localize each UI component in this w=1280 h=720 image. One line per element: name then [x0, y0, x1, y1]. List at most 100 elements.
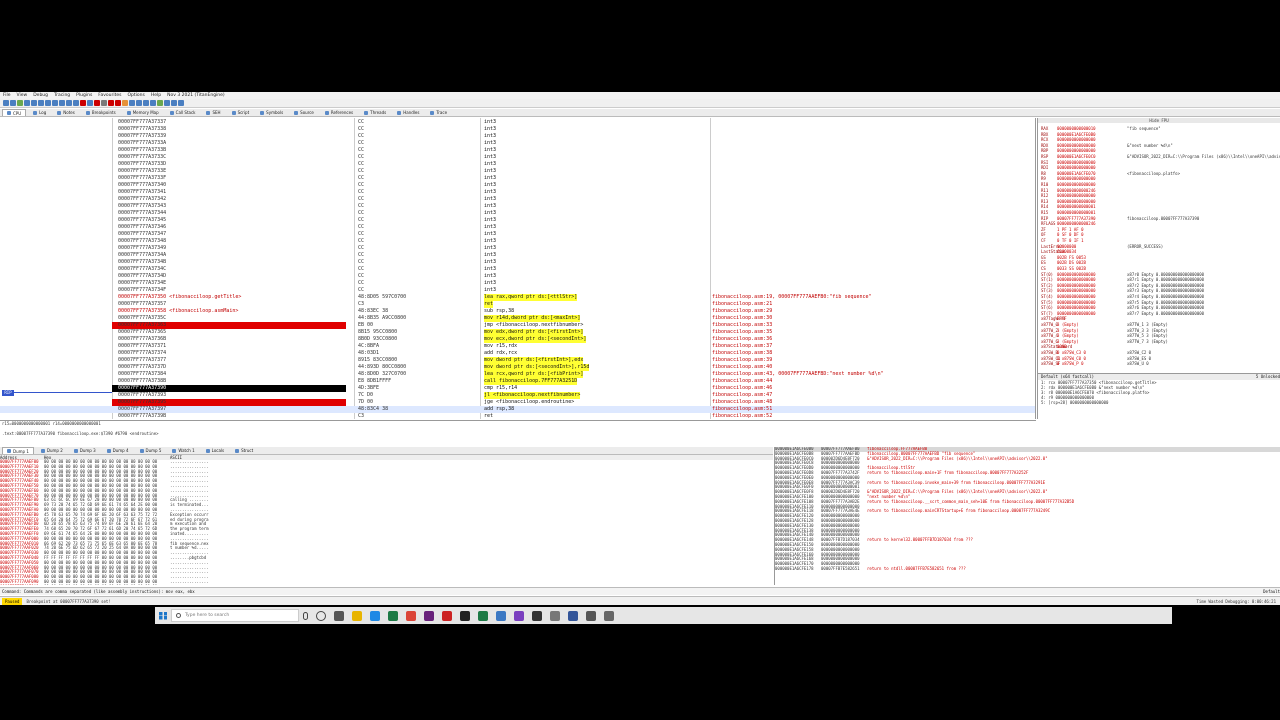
edge-icon[interactable] — [370, 610, 380, 621]
register-row[interactable]: ST(1) 0000000000000000 x87r1 Empty 0.00000… — [1041, 277, 1204, 282]
register-row[interactable]: CS 0033 SS 002B — [1041, 266, 1127, 271]
register-row[interactable]: x87TW_63 (Empty) x87TW_7 3 (Empty) — [1041, 339, 1168, 344]
excel-2-icon[interactable] — [478, 610, 488, 621]
toolbar-button-icon[interactable] — [3, 100, 9, 106]
disasm-row[interactable]: 00007FF777A37337 CC int3 — [0, 119, 1035, 126]
disasm-row[interactable]: 00007FF777A37349 CC int3 — [0, 245, 1035, 252]
disasm-row[interactable]: 00007FF777A3738B E8 8DB1FFFF call fibonacc… — [0, 378, 1035, 385]
register-row[interactable]: R13 0000000000000000 — [1041, 199, 1127, 204]
terminal-icon[interactable] — [460, 610, 470, 621]
register-row[interactable]: RCX 0000000000000000 — [1041, 137, 1127, 142]
tab-log[interactable]: Log — [29, 109, 50, 116]
register-row[interactable]: RBX 000000E1A6CFE0B0 — [1041, 132, 1127, 137]
register-row[interactable]: x87SW_B0 x87SW_C3 0 x87SW_C2 0 — [1041, 350, 1151, 355]
disasm-row[interactable]: 00007FF777A3739B C3 ret fibonacciloop.asm:5… — [0, 413, 1035, 419]
tab-threads[interactable]: Threads — [360, 109, 390, 116]
register-row[interactable]: RIP 00007FF777A37390 fibonacciloop.00007FF… — [1041, 216, 1199, 221]
disasm-row[interactable]: 00007FF777A3734A CC int3 — [0, 252, 1035, 259]
register-row[interactable]: ST(7) 0000000000000000 x87r7 Empty 0.00000… — [1041, 311, 1204, 316]
visual-studio-icon[interactable] — [424, 610, 434, 621]
disasm-row[interactable]: 00007FF777A37363 EB 00 jmp <fibonacciloop.… — [0, 322, 1035, 329]
taskbar-search-box[interactable]: Type here to search — [171, 609, 299, 622]
tab-handles[interactable]: Handles — [393, 109, 423, 116]
menu-item[interactable]: File — [3, 93, 11, 98]
disasm-row[interactable]: 00007FF777A37377 8915 83CC0800 mov dword p… — [0, 357, 1035, 364]
disasm-row[interactable]: 00007FF777A3733B CC int3 — [0, 147, 1035, 154]
disasm-row[interactable]: 00007FF777A37357 C3 ret fibonacciloop.asm:2… — [0, 301, 1035, 308]
register-row[interactable]: R8 000000E1A6CFE070 <fibonacciloop.platfo> — [1041, 171, 1180, 176]
tab-source[interactable]: Source — [290, 109, 318, 116]
tab-dump-1[interactable]: Dump 1 — [2, 447, 34, 454]
debugger-icon[interactable] — [568, 610, 578, 621]
disasm-row[interactable]: 00007FF777A3736B 8B0D 93CC0800 mov ecx,dwo… — [0, 336, 1035, 343]
command-input[interactable]: Commands are comma separated (like assem… — [24, 589, 195, 594]
register-row[interactable]: x87TagWordFFFF — [1041, 316, 1127, 321]
register-row[interactable]: x87StatusWord0000 — [1041, 344, 1127, 349]
menu-item[interactable]: Tracing — [54, 93, 70, 98]
registers-pane[interactable]: Hide FPU RAX 0000000000000010 "fib sequenc… — [1037, 118, 1280, 373]
menu-item[interactable]: Favourites — [98, 93, 121, 98]
tab-trace[interactable]: Trace — [426, 109, 451, 116]
tab-call-stack[interactable]: Call Stack — [166, 109, 200, 116]
disasm-row[interactable]: 00007FF777A37365 8B15 95CC0800 mov edx,dwo… — [0, 329, 1035, 336]
stack-row[interactable]: 000000E1A6CFE178 00007FFB7E582651 return t… — [775, 566, 1280, 572]
toolbar-button-icon[interactable] — [10, 100, 16, 106]
register-row[interactable]: R14 0000000000000001 — [1041, 204, 1127, 209]
disasm-row[interactable]: 00007FF777A37397 48:83C4 38 add rsp,38 fibo… — [0, 406, 1035, 413]
disasm-row[interactable]: 00007FF777A37371 4C:8BFA mov r15,rdx fibona… — [0, 343, 1035, 350]
toolbar-button-icon[interactable] — [164, 100, 170, 106]
register-row[interactable]: ST(4) 0000000000000000 x87r4 Empty 0.00000… — [1041, 294, 1204, 299]
tab-breakpoints[interactable]: Breakpoints — [82, 109, 120, 116]
toolbar-button-icon[interactable] — [122, 100, 128, 106]
register-row[interactable]: ZF 1 PF 1 AF 0 — [1041, 227, 1127, 232]
register-row[interactable]: LastError00000000 (ERROR_SUCCESS) — [1041, 244, 1163, 249]
disasm-row[interactable]: 00007FF777A37390 4D:3BFE cmp r15,r14 fibona… — [0, 385, 1035, 392]
tab-locals[interactable]: Locals — [202, 447, 228, 454]
hide-fpu-button[interactable]: Hide FPU — [1038, 118, 1280, 123]
disasm-row[interactable]: 00007FF777A3734E CC int3 — [0, 280, 1035, 287]
tab-memory-map[interactable]: Memory Map — [123, 109, 163, 116]
app-icon[interactable] — [442, 610, 452, 621]
register-row[interactable]: GS 002B FS 0053 — [1041, 255, 1127, 260]
toolbar-button-icon[interactable] — [66, 100, 72, 106]
register-row[interactable]: LastStatusC0000034 — [1041, 249, 1127, 254]
register-row[interactable]: x87SW_SF0 x87SW_P 0 x87SW_U 0 — [1041, 361, 1149, 366]
register-row[interactable]: RAX 0000000000000010 "fib sequence" — [1041, 126, 1161, 131]
microphone-icon[interactable] — [303, 611, 308, 620]
register-row[interactable]: RDI 0000000000000000 — [1041, 165, 1127, 170]
disasm-row[interactable]: 00007FF777A37347 CC int3 — [0, 231, 1035, 238]
tab-watch-1[interactable]: Watch 1 — [168, 447, 198, 454]
disasm-row[interactable]: 00007FF777A37341 CC int3 — [0, 189, 1035, 196]
register-row[interactable]: R12 0000000000000000 — [1041, 193, 1127, 198]
tab-symbols[interactable]: Symbols — [256, 109, 287, 116]
toolbar-button-icon[interactable] — [129, 100, 135, 106]
disasm-row[interactable]: 00007FF777A37374 48:03D1 add rdx,rcx fibona… — [0, 350, 1035, 357]
register-row[interactable]: x87TW_23 (Empty) x87TW_3 3 (Empty) — [1041, 328, 1168, 333]
chrome-icon[interactable] — [406, 610, 416, 621]
task-view-icon[interactable] — [334, 610, 344, 621]
disasm-row[interactable]: 00007FF777A3733E CC int3 — [0, 168, 1035, 175]
file-explorer-icon[interactable] — [352, 610, 362, 621]
menu-item[interactable]: Nov 3 2021 (TitanEngine) — [167, 93, 225, 98]
toolbar-button-icon[interactable] — [101, 100, 107, 106]
command-mode-select[interactable]: Default — [1263, 588, 1280, 595]
vs-code-icon[interactable] — [496, 610, 506, 621]
disasm-row[interactable]: 00007FF777A37384 48:8D0D 327C0700 lea rcx,… — [0, 371, 1035, 378]
register-row[interactable]: ST(0) 0000000000000000 x87r0 Empty 0.00000… — [1041, 272, 1204, 277]
notepad-icon[interactable] — [604, 610, 614, 621]
disasm-row[interactable]: 00007FF777A3734B CC int3 — [0, 259, 1035, 266]
tab-dump-4[interactable]: Dump 4 — [103, 447, 133, 454]
menu-item[interactable]: Plugins — [76, 93, 92, 98]
disasm-row[interactable]: 00007FF777A3733F CC int3 — [0, 175, 1035, 182]
cortana-icon[interactable] — [316, 610, 326, 621]
stack-pane[interactable]: 000000E1A6CFE0B0 00007FF777AAEFB0 fibonacc… — [774, 447, 1280, 585]
toolbar-button-icon[interactable] — [87, 100, 93, 106]
disasm-row[interactable]: 00007FF777A3733C CC int3 — [0, 154, 1035, 161]
toolbar-button-icon[interactable] — [59, 100, 65, 106]
disasm-row[interactable]: 00007FF777A37358 <fibonacciloop.asmMain>… — [0, 308, 1035, 315]
disasm-row[interactable]: 00007FF777A3733D CC int3 — [0, 161, 1035, 168]
disasm-row[interactable]: 00007FF777A37344 CC int3 — [0, 210, 1035, 217]
menu-item[interactable]: View — [17, 93, 28, 98]
register-row[interactable]: RFLAGS 0000000000000246 — [1041, 221, 1127, 226]
toolbar-button-icon[interactable] — [108, 100, 114, 106]
